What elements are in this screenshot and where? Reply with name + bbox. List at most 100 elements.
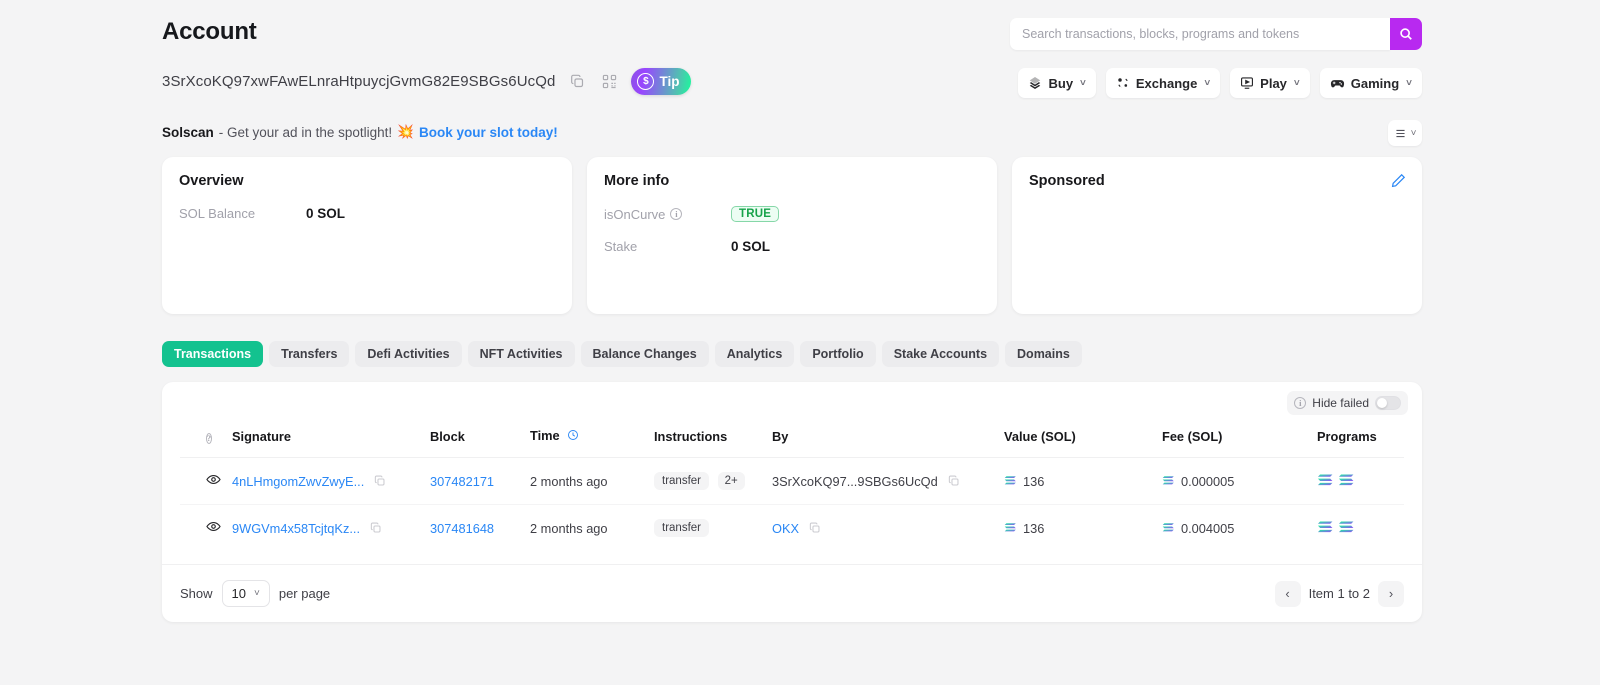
tip-button[interactable]: $ Tip (631, 68, 691, 95)
header-programs: Programs (1317, 428, 1404, 458)
instruction-pill[interactable]: transfer (654, 519, 709, 537)
header-eye: ? (180, 428, 232, 458)
table-wrap: ? Signature Block Time Instr (162, 428, 1422, 551)
tip-label: Tip (659, 74, 679, 89)
tab-domains[interactable]: Domains (1005, 341, 1082, 367)
copy-icon[interactable] (366, 518, 386, 538)
card-title: Overview (179, 173, 555, 189)
tab-bar: Transactions Transfers Defi Activities N… (162, 341, 1082, 367)
nav-button-group: Buy ˅ Exchange ˅ Play ˅ (1018, 68, 1422, 98)
table-row: 9WGVm4x58TcjtqKz... 307481648 (180, 505, 1404, 552)
ad-link[interactable]: Book your slot today! (419, 125, 558, 140)
table-header-row: ? Signature Block Time Instr (180, 428, 1404, 458)
row-label-text: isOnCurve (604, 207, 665, 222)
cell-programs (1317, 458, 1404, 505)
tab-defi-activities[interactable]: Defi Activities (355, 341, 461, 367)
tab-transfers[interactable]: Transfers (269, 341, 349, 367)
copy-icon[interactable] (944, 471, 964, 491)
header-time[interactable]: Time (530, 428, 654, 458)
block-link[interactable]: 307482171 (430, 474, 494, 489)
sparkle-icon: 💥 (397, 124, 414, 140)
search-bar[interactable] (1010, 18, 1422, 50)
header-block: Block (430, 428, 530, 458)
more-info-card: More info isOnCurve i TRUE Stake 0 SOL (587, 157, 997, 314)
program-icon[interactable] (1317, 473, 1334, 490)
cell-eye[interactable] (180, 505, 232, 552)
ad-collapse-button[interactable]: ˅ (1388, 120, 1422, 146)
prev-page-button[interactable]: ‹ (1275, 581, 1301, 607)
cell-value: 136 (1004, 505, 1162, 552)
row-value: 0 SOL (306, 206, 345, 221)
cell-fee: 0.004005 (1162, 505, 1317, 552)
transactions-panel: i Hide failed ? Signature Block Time (162, 382, 1422, 622)
value-amount: 136 (1023, 474, 1044, 489)
account-page: Account 3SrXcoKQ97xwFAwELnraHtpuycjGvmG8… (0, 0, 1600, 685)
ad-brand: Solscan (162, 125, 214, 140)
sponsored-card: Sponsored (1012, 157, 1422, 314)
eye-icon (206, 519, 221, 534)
question-icon[interactable]: ? (206, 433, 212, 444)
next-page-button[interactable]: › (1378, 581, 1404, 607)
toggle-switch[interactable] (1375, 396, 1401, 410)
fee-amount: 0.000005 (1181, 474, 1234, 489)
cell-instructions: transfer 2+ (654, 458, 772, 505)
tab-balance-changes[interactable]: Balance Changes (581, 341, 709, 367)
per-page-value: 10 (232, 586, 246, 601)
cell-by: 3SrXcoKQ97...9SBGs6UcQd (772, 458, 1004, 505)
signature-link[interactable]: 9WGVm4x58TcjtqKz... (232, 521, 360, 536)
cell-block: 307481648 (430, 505, 530, 552)
per-page-select[interactable]: 10 ˅ (222, 580, 270, 607)
cell-instructions: transfer (654, 505, 772, 552)
buy-icon (1028, 76, 1042, 90)
table-body: 4nLHmgomZwvZwyE... 307482171 (180, 458, 1404, 552)
cell-block: 307482171 (430, 458, 530, 505)
chevron-down-icon: ˅ (1406, 78, 1412, 89)
ad-banner-text: Solscan - Get your ad in the spotlight! … (162, 124, 558, 140)
fee-amount: 0.004005 (1181, 521, 1234, 536)
program-icon[interactable] (1317, 520, 1334, 537)
gamepad-icon (1330, 76, 1345, 91)
transactions-table: ? Signature Block Time Instr (180, 428, 1404, 551)
block-link[interactable]: 307481648 (430, 521, 494, 536)
info-icon[interactable]: i (670, 208, 682, 220)
clock-icon (567, 429, 579, 444)
tip-coin-icon: $ (637, 73, 654, 90)
cell-eye[interactable] (180, 458, 232, 505)
summary-cards: Overview SOL Balance 0 SOL More info isO… (162, 157, 1422, 314)
program-icon[interactable] (1338, 473, 1355, 490)
cell-signature: 9WGVm4x58TcjtqKz... (232, 505, 430, 552)
nav-button-buy[interactable]: Buy ˅ (1018, 68, 1095, 98)
copy-icon[interactable] (567, 72, 587, 92)
card-title: Sponsored (1029, 173, 1405, 189)
account-address-row: 3SrXcoKQ97xwFAwELnraHtpuycjGvmG82E9SBGs6… (162, 68, 691, 95)
tab-portfolio[interactable]: Portfolio (800, 341, 875, 367)
instruction-count-pill[interactable]: 2+ (718, 472, 745, 490)
pencil-icon[interactable] (1391, 173, 1406, 193)
chevron-down-icon: ˅ (1411, 128, 1417, 139)
tab-analytics[interactable]: Analytics (715, 341, 795, 367)
tab-nft-activities[interactable]: NFT Activities (468, 341, 575, 367)
signature-link[interactable]: 4nLHmgomZwvZwyE... (232, 474, 364, 489)
chevron-down-icon: ˅ (254, 588, 260, 599)
search-button[interactable] (1390, 18, 1422, 50)
qr-code-icon[interactable] (599, 72, 619, 92)
program-icon[interactable] (1338, 520, 1355, 537)
play-icon (1240, 76, 1254, 90)
item-range-label: Item 1 to 2 (1309, 586, 1370, 601)
chevron-down-icon: ˅ (1294, 78, 1300, 89)
tab-transactions[interactable]: Transactions (162, 341, 263, 367)
instruction-pill[interactable]: transfer (654, 472, 709, 490)
by-label[interactable]: OKX (772, 521, 799, 536)
exchange-icon (1116, 76, 1130, 90)
copy-icon[interactable] (370, 471, 390, 491)
copy-icon[interactable] (805, 518, 825, 538)
cell-by: OKX (772, 505, 1004, 552)
nav-button-play[interactable]: Play ˅ (1230, 68, 1310, 98)
hide-failed-toggle[interactable]: i Hide failed (1287, 391, 1408, 415)
search-input[interactable] (1010, 18, 1390, 50)
page-header: Account 3SrXcoKQ97xwFAwELnraHtpuycjGvmG8… (0, 0, 1600, 118)
nav-button-gaming[interactable]: Gaming ˅ (1320, 68, 1422, 98)
tab-stake-accounts[interactable]: Stake Accounts (882, 341, 999, 367)
nav-button-exchange[interactable]: Exchange ˅ (1106, 68, 1220, 98)
header-signature: Signature (232, 428, 430, 458)
